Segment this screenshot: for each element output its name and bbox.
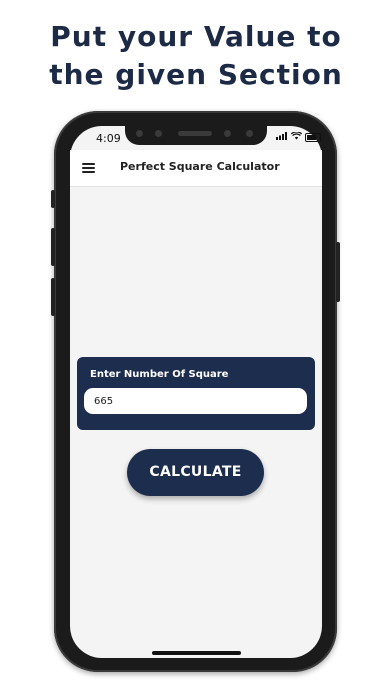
phone-notch [125,123,267,145]
proximity-sensor-icon [224,130,231,137]
calculate-button[interactable]: CALCULATE [127,449,264,496]
app-header: Perfect Square Calculator [70,150,322,187]
number-input[interactable] [84,388,307,414]
app-title: Perfect Square Calculator [120,160,280,173]
home-indicator[interactable] [152,651,241,655]
phone-volume-down-button [51,278,55,316]
promo-headline: Put your Value to the given Section [0,18,392,94]
ambient-sensor-icon [246,130,253,137]
phone-volume-up-button [51,228,55,266]
status-bar-time: 4:09 [96,132,121,145]
promo-headline-line-2: the given Section [49,58,343,91]
front-sensor-icon [136,130,143,137]
menu-icon[interactable] [82,163,95,173]
number-input-label: Enter Number Of Square [90,369,229,380]
number-input-card: Enter Number Of Square [77,357,315,430]
earpiece-speaker [178,131,212,136]
phone-mute-switch [51,190,55,208]
promo-headline-line-1: Put your Value to [50,20,342,53]
status-bar-icons [276,131,321,143]
front-camera-icon [155,130,162,137]
wifi-icon [290,131,303,143]
battery-icon [305,133,321,142]
cellular-signal-icon [276,132,288,143]
phone-power-button [336,242,340,302]
